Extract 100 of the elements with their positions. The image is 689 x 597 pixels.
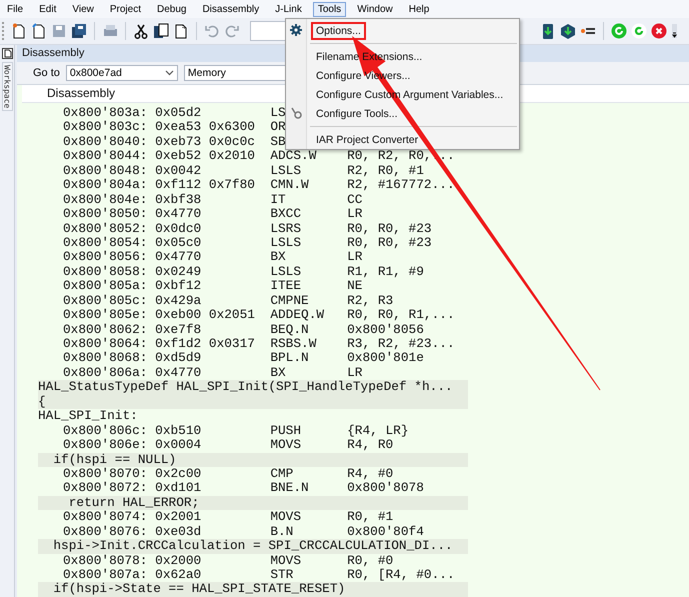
address-text: 0x800'8078: — [63, 554, 148, 568]
operands-text: LR — [347, 366, 362, 380]
menu-bar-item[interactable]: Help — [404, 2, 434, 16]
new-file-icon[interactable] — [11, 23, 27, 39]
mnemonic-text: CMPNE — [270, 294, 310, 308]
mnemonic-text: ITEE — [270, 279, 302, 294]
operands-text: R0, [R4, #0... — [347, 568, 455, 582]
menu-bar-item[interactable]: File — [2, 2, 28, 16]
mnemonic-text: CMN.W — [270, 178, 310, 193]
mnemonic-text: BX — [270, 366, 287, 380]
opcode-text: 0xf1d2 0x0317 — [155, 337, 256, 352]
address-text: 0x800'803a: — [63, 106, 148, 120]
open-file-icon[interactable] — [31, 23, 47, 39]
opcode-text: 0xeb52 0x2010 — [155, 149, 256, 164]
opcode-text: 0xeb73 0x0c0c — [155, 134, 256, 150]
operands-text: R4, #0 — [347, 466, 394, 482]
address-text: 0x800'8076: — [63, 524, 148, 540]
mnemonic-text: STR — [270, 568, 294, 582]
source-line: HAL_StatusTypeDef HAL_SPI_Init(SPI_HandleTypeDef *h... — [38, 380, 453, 395]
operands-text: LR — [347, 207, 362, 222]
save-all-icon[interactable] — [71, 23, 87, 39]
address-text: 0x800'804e: — [63, 192, 148, 208]
overflow-icon[interactable] — [671, 24, 679, 38]
mnemonic-text: B.N — [270, 524, 294, 540]
address-text: 0x800'8064: — [63, 337, 148, 352]
mnemonic-text: ADDEQ.W — [270, 308, 326, 323]
mnemonic-text: IT — [270, 192, 287, 208]
menu-bar-item[interactable]: J-Link — [270, 2, 307, 16]
gear-icon — [290, 24, 302, 36]
operands-text: CC — [347, 192, 362, 208]
source-line: if(hspi == NULL) — [52, 452, 176, 467]
opcode-text: 0x429a — [155, 294, 202, 308]
address-text: 0x800'806a: — [63, 366, 148, 380]
address-text: 0x800'8068: — [63, 351, 148, 366]
opcode-text: 0xbf12 — [155, 279, 202, 294]
address-text: 0x800'8058: — [63, 264, 148, 280]
address-text: 0x800'8062: — [63, 322, 148, 337]
address-text: 0x800'805e: — [63, 308, 148, 323]
menu-bar-item[interactable]: View — [67, 2, 99, 16]
menu-bar-item[interactable]: Debug — [152, 2, 192, 16]
mnemonic-text: CMP — [270, 466, 294, 482]
menu-bar-item[interactable]: Edit — [34, 2, 62, 16]
opcode-text: 0x2000 — [155, 554, 202, 568]
copy-icon[interactable] — [153, 23, 169, 39]
menu-bar-item[interactable]: Disassembly — [197, 2, 264, 16]
address-text: 0x800'804a: — [63, 178, 148, 193]
address-text: 0x800'8056: — [63, 250, 148, 265]
operands-text: 0x800'801e — [347, 351, 424, 366]
address-text: 0x800'8070: — [63, 466, 148, 482]
paste-icon[interactable] — [173, 23, 189, 39]
opcode-text: 0x0004 — [155, 438, 202, 452]
menu-bar-item[interactable]: Project — [104, 2, 146, 16]
mnemonic-text: MOVS — [270, 554, 302, 568]
operands-text: 0x800'80f4 — [347, 524, 424, 540]
opcode-text: 0x2001 — [155, 510, 202, 525]
menu-bar-item[interactable]: Window — [352, 2, 398, 16]
mnemonic-text: LSLS — [270, 164, 302, 178]
operands-text: R0, #0 — [347, 554, 394, 568]
workspace-icon[interactable] — [2, 48, 12, 59]
workspace-tab[interactable]: Workspace — [2, 62, 12, 112]
opcode-text: 0x0249 — [155, 264, 202, 280]
opcode-text: 0xd5d9 — [155, 351, 202, 366]
opcode-text: 0x05d2 — [155, 106, 202, 120]
mnemonic-text: BEQ.N — [270, 322, 310, 337]
opcode-text: 0xe03d — [155, 524, 202, 540]
operands-text: R2, R3 — [347, 294, 394, 308]
address-text: 0x800'8048: — [63, 164, 148, 178]
cut-icon[interactable] — [133, 23, 149, 39]
address-text: 0x800'805c: — [63, 294, 148, 308]
operands-text: R2, R0, #1 — [347, 164, 424, 178]
source-line: if(hspi->State == HAL_SPI_STATE_RESET) — [52, 582, 346, 597]
operands-text: NE — [347, 279, 362, 294]
menu-item[interactable]: IAR Project Converter — [286, 130, 519, 149]
goto-combo[interactable]: 0x800e7ad — [66, 65, 178, 81]
opcode-text: 0xe7f8 — [155, 322, 202, 337]
mnemonic-text: MOVS — [270, 438, 302, 452]
mnemonic-text: LSLS — [270, 264, 302, 280]
stop-icon[interactable] — [651, 23, 667, 39]
source-line: hspi->Init.CRCCalculation = SPI_CRCCALCULATION_DI... — [52, 539, 453, 554]
restart-icon[interactable] — [611, 23, 627, 39]
hexagon-download-icon[interactable] — [560, 23, 576, 39]
opcode-text: 0x4770 — [155, 207, 202, 222]
address-text: 0x800'8044: — [63, 149, 148, 164]
opcode-text: 0xd101 — [155, 481, 202, 496]
address-text: 0x800'8040: — [63, 134, 148, 150]
opcode-text: 0x0dc0 — [155, 222, 202, 236]
opcode-text: 0x4770 — [155, 250, 202, 265]
wrench-gear-icon — [290, 107, 302, 119]
menu-bar-item[interactable]: Tools — [312, 2, 346, 16]
operands-text: 0x800'8056 — [347, 322, 424, 337]
operands-text: R2, #167772... — [347, 178, 455, 193]
chevron-icon[interactable] — [164, 70, 174, 76]
mnemonic-text: LS — [270, 106, 286, 120]
mnemonic-text: ADCS.W — [270, 149, 318, 164]
address-text: 0x800'8050: — [63, 207, 148, 222]
download-icon[interactable] — [540, 23, 556, 39]
opcode-text: 0xb510 — [155, 424, 202, 438]
mnemonic-text: LSLS — [270, 236, 302, 250]
mnemonic-text: LSRS — [270, 222, 302, 236]
menu-item[interactable]: Configure Tools... — [286, 104, 519, 123]
